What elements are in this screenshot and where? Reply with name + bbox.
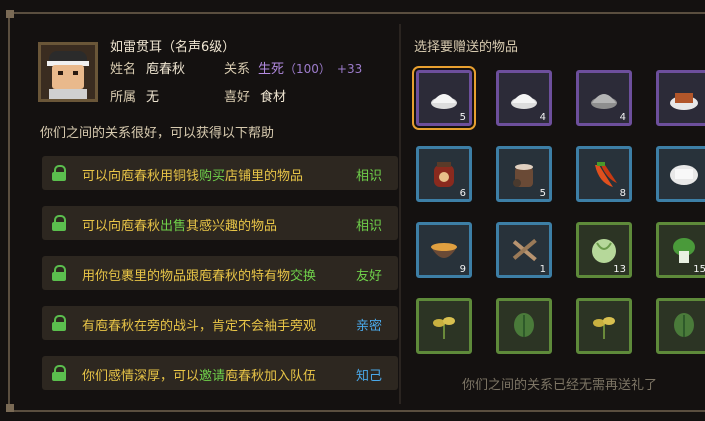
chili-pepper-icon: [589, 159, 619, 189]
corner-ornament: [6, 10, 14, 18]
gift-item-slot[interactable]: 8: [576, 146, 632, 202]
gift-item-slot[interactable]: 13: [576, 222, 632, 278]
relation-label: 关系: [224, 62, 251, 77]
meat-dish-icon: [669, 83, 699, 113]
perk-row: 你们感情深厚，可以邀请庖春秋加入队伍 知己: [42, 356, 398, 390]
gift-item-slot[interactable]: 6: [416, 146, 472, 202]
gift-item-slot[interactable]: 4: [496, 70, 552, 126]
gift-disabled-note: 你们之间的关系已经无需再送礼了: [462, 378, 658, 393]
herb-icon: [589, 311, 619, 341]
item-count: 8: [619, 188, 626, 199]
faction-label: 所属: [110, 90, 137, 105]
perk-text-post: 庖春秋加入队伍: [225, 369, 317, 384]
corner-ornament: [6, 404, 14, 412]
npc-hobby: 食材: [260, 90, 287, 105]
relationship-panel: 如雷贯耳（名声6级） 姓名 庖春秋 关系 生死（100） +33 所属 无 喜好 …: [0, 0, 705, 421]
gift-item-slot[interactable]: [656, 146, 705, 202]
rice-plate-icon: [669, 159, 699, 189]
unlocked-icon: [52, 315, 66, 331]
unlocked-icon: [52, 265, 66, 281]
perk-action: 购买: [199, 169, 226, 184]
perk-row: 可以向庖春秋出售其感兴趣的物品 相识: [42, 206, 398, 240]
perk-text: 可以向庖春秋出售其感兴趣的物品: [82, 215, 277, 234]
hobby-label: 喜好: [224, 90, 251, 105]
perk-required-level: 亲密: [355, 319, 382, 334]
perk-text: 你们感情深厚，可以邀请庖春秋加入队伍: [82, 365, 316, 384]
chopsticks-icon: [509, 235, 539, 265]
gift-item-slot[interactable]: 5: [412, 66, 476, 130]
perk-text-pre: 可以向庖春秋用铜钱: [82, 169, 200, 184]
relationship-intro: 你们之间的关系很好，可以获得以下帮助: [40, 126, 275, 141]
soup-bowl-icon: [429, 235, 459, 265]
item-count: 4: [539, 112, 546, 123]
perk-text: 有庖春秋在旁的战斗，肯定不会袖手旁观: [82, 315, 316, 334]
perk-row: 有庖春秋在旁的战斗，肯定不会袖手旁观 亲密: [42, 306, 398, 340]
gift-item-slot[interactable]: [496, 298, 552, 354]
perk-row: 用你包裹里的物品跟庖春秋的特有物交换 友好: [42, 256, 398, 290]
perk-text-pre: 有庖春秋在旁的战斗，肯定不会袖手旁观: [82, 319, 317, 334]
perk-row: 可以向庖春秋用铜钱购买店铺里的物品 相识: [42, 156, 398, 190]
perk-text-post: 店铺里的物品: [225, 169, 304, 184]
gift-item-slot[interactable]: [656, 298, 705, 354]
item-count: 6: [459, 188, 466, 199]
gift-item-slot[interactable]: 9: [416, 222, 472, 278]
item-count: 15: [693, 264, 705, 275]
unlocked-icon: [52, 365, 66, 381]
cabbage-icon: [589, 235, 619, 265]
unlocked-icon: [52, 215, 66, 231]
perk-required-level: 友好: [355, 269, 382, 284]
gift-item-slot[interactable]: 4: [576, 70, 632, 126]
item-count: 5: [539, 188, 546, 199]
perk-required-level: 相识: [355, 219, 382, 234]
relation-points: （100）: [284, 62, 331, 76]
npc-faction: 无: [146, 90, 160, 105]
flour-icon: [509, 83, 539, 113]
flour-icon: [429, 83, 459, 113]
gift-item-slot[interactable]: [656, 70, 705, 126]
gift-item-slot[interactable]: 15: [656, 222, 705, 278]
herb-icon: [429, 311, 459, 341]
perk-action: 邀请: [199, 369, 226, 384]
npc-name: 庖春秋: [146, 62, 186, 77]
perk-text-pre: 你们感情深厚，可以: [82, 369, 200, 384]
relation-bonus: +33: [336, 62, 363, 76]
spice-pot-icon: [509, 159, 539, 189]
perk-action: 交换: [290, 269, 317, 284]
perk-required-level: 知己: [355, 369, 382, 384]
gift-title: 选择要赠送的物品: [414, 40, 519, 55]
perk-action: 出售: [160, 219, 187, 234]
gift-item-slot[interactable]: [576, 298, 632, 354]
perk-text-pre: 可以向庖春秋: [82, 219, 161, 234]
npc-portrait: [38, 42, 98, 102]
gift-item-slot[interactable]: [416, 298, 472, 354]
perk-text: 可以向庖春秋用铜钱购买店铺里的物品: [82, 165, 303, 184]
leaf-icon: [669, 311, 699, 341]
item-count: 4: [619, 112, 626, 123]
name-label: 姓名: [110, 62, 137, 77]
perk-text: 用你包裹里的物品跟庖春秋的特有物交换: [82, 265, 316, 284]
perk-required-level: 相识: [355, 169, 382, 184]
gift-item-slot[interactable]: 5: [496, 146, 552, 202]
npc-fame-title: 如雷贯耳（名声6级）: [110, 40, 236, 55]
grey-powder-icon: [589, 83, 619, 113]
perk-text-pre: 用你包裹里的物品跟庖春秋的特有物: [82, 269, 291, 284]
item-count: 9: [459, 264, 466, 275]
bok-choy-icon: [669, 235, 699, 265]
panel-divider: [399, 24, 401, 404]
sauce-jar-icon: [429, 159, 459, 189]
unlocked-icon: [52, 165, 66, 181]
leaf-icon: [509, 311, 539, 341]
relation-value: 生死（100） +33: [258, 58, 362, 77]
item-count: 5: [459, 112, 466, 123]
gift-item-slot[interactable]: 1: [496, 222, 552, 278]
item-count: 13: [613, 264, 626, 275]
perk-text-post: 其感兴趣的物品: [186, 219, 278, 234]
relation-status: 生死: [258, 62, 285, 77]
item-count: 1: [539, 264, 546, 275]
